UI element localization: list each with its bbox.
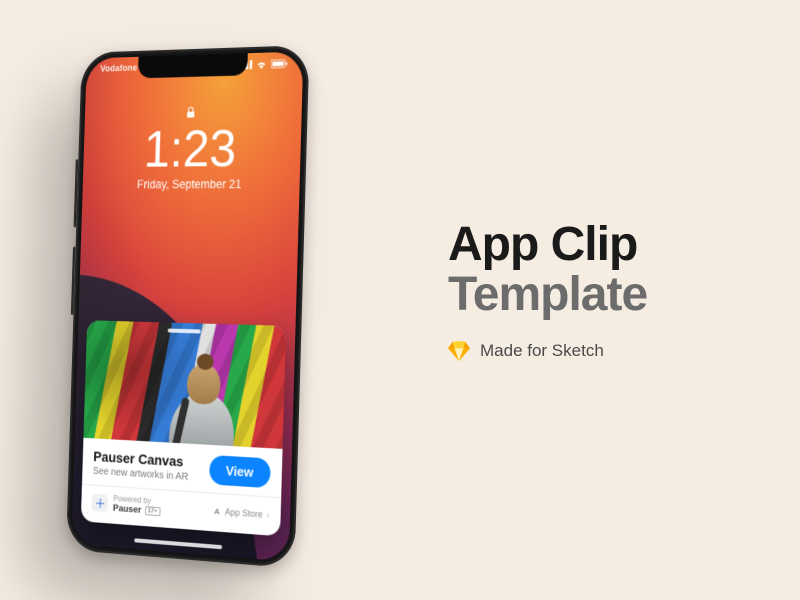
headline-line1: App Clip <box>448 218 637 271</box>
phone-mockup: Vodafone 1:23 Friday, September 21 <box>66 45 310 568</box>
statusbar-indicators <box>237 58 288 70</box>
lockscreen-date: Friday, September 21 <box>83 177 300 192</box>
lockscreen-time: 1:23 <box>83 122 302 176</box>
app-clip-card[interactable]: Pauser Canvas See new artworks in AR Vie… <box>81 320 286 536</box>
app-name: Pauser <box>113 503 142 515</box>
app-clip-hero-image <box>83 320 286 449</box>
sketch-icon <box>448 341 470 361</box>
app-clip-subtitle: See new artworks in AR <box>93 466 189 483</box>
lockscreen: 1:23 Friday, September 21 <box>83 104 303 191</box>
chevron-right-icon: › <box>266 510 269 520</box>
subline-text: Made for Sketch <box>480 341 604 361</box>
signal-icon <box>237 60 252 69</box>
app-icon <box>92 494 108 513</box>
app-store-icon <box>213 507 222 517</box>
powered-by-row[interactable]: Powered by Pauser 17+ <box>92 493 161 517</box>
battery-icon <box>271 58 288 68</box>
app-store-link[interactable]: App Store › <box>213 506 270 520</box>
headline-line2: Template <box>448 270 647 320</box>
statusbar-carrier: Vodafone <box>100 63 137 74</box>
notch <box>138 53 248 78</box>
subline-row: Made for Sketch <box>448 341 647 361</box>
phone-screen: Vodafone 1:23 Friday, September 21 <box>71 51 303 561</box>
age-rating-badge: 17+ <box>145 506 161 516</box>
wifi-icon <box>256 59 268 68</box>
headline: App Clip Template <box>448 220 647 321</box>
view-button[interactable]: View <box>209 455 271 488</box>
app-store-label: App Store <box>225 507 263 520</box>
lock-icon <box>85 104 302 123</box>
